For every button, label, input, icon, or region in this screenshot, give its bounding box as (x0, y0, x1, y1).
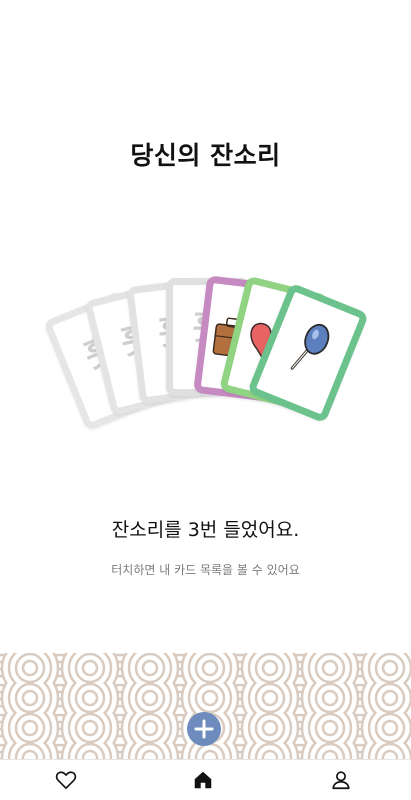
page-title: 당신의 잔소리 (130, 141, 281, 170)
tab-profile[interactable] (328, 767, 354, 793)
home-icon (194, 771, 212, 789)
touch-hint-text: 터치하면 내 카드 목록을 볼 수 있어요 (111, 563, 300, 577)
plus-icon (194, 719, 214, 739)
profile-icon (332, 771, 350, 790)
heart-outline-icon (55, 771, 77, 789)
tab-home[interactable] (190, 767, 216, 793)
bottom-tab-bar (0, 759, 411, 800)
listen-count-headline: 잔소리를 3번 들었어요. (111, 519, 300, 541)
tab-favorites[interactable] (53, 767, 79, 793)
add-button[interactable] (187, 712, 221, 746)
card-fan[interactable]: 훗 훗 훗 훗 (0, 250, 411, 440)
